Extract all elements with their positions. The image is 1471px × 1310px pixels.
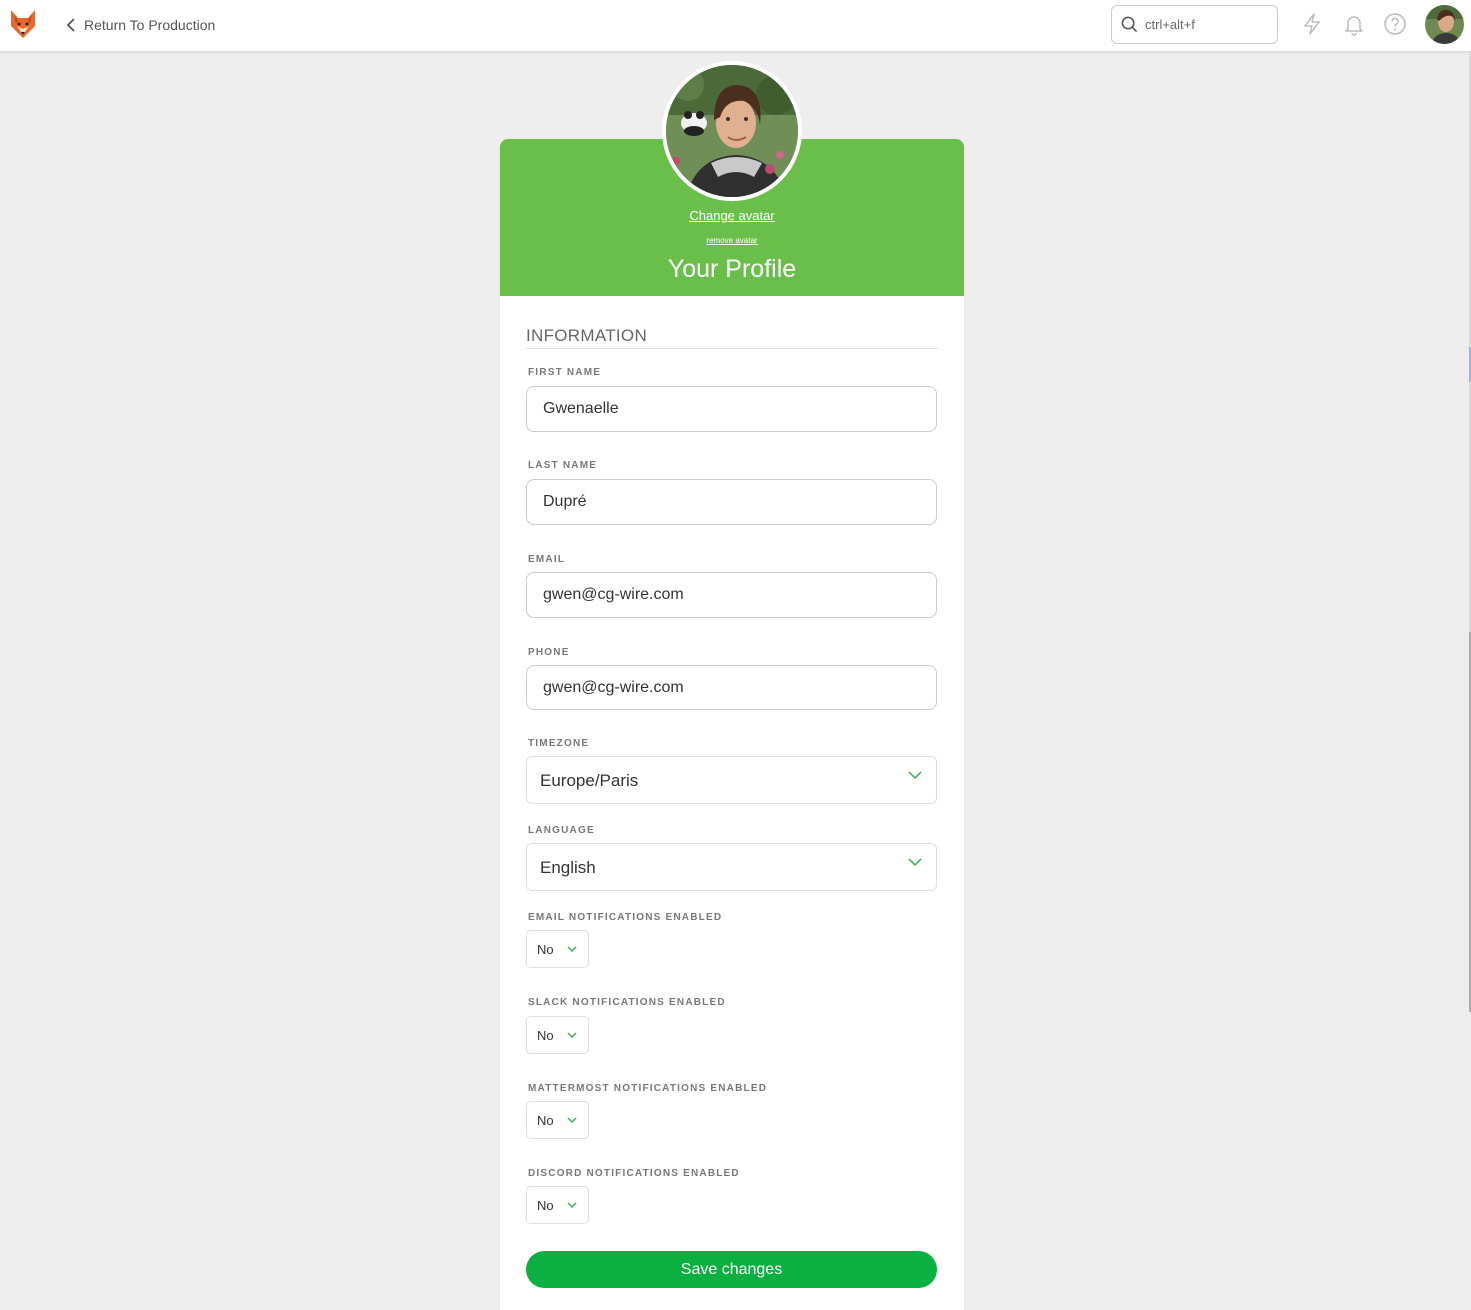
- last-name-field[interactable]: [526, 479, 937, 525]
- scrollbar[interactable]: [1467, 52, 1471, 1310]
- chevron-down-icon: [908, 858, 922, 867]
- search-input[interactable]: [1145, 17, 1265, 32]
- discord-notifications-label: DISCORD NOTIFICATIONS ENABLED: [528, 1168, 740, 1179]
- bell-icon[interactable]: [1342, 12, 1366, 36]
- timezone-label: TIMEZONE: [528, 738, 590, 749]
- discord-notifications-select[interactable]: No: [526, 1186, 589, 1224]
- save-changes-button[interactable]: Save changes: [526, 1251, 937, 1288]
- profile-card: Change avatar remove avatar Your Profile…: [500, 139, 964, 1310]
- timezone-select[interactable]: Europe/Paris: [526, 756, 937, 804]
- slack-notifications-label: SLACK NOTIFICATIONS ENABLED: [528, 997, 726, 1008]
- help-circle-icon[interactable]: [1383, 12, 1407, 36]
- chevron-down-icon: [567, 946, 577, 952]
- mattermost-notifications-value: No: [537, 1113, 554, 1128]
- mattermost-notifications-label: MATTERMOST NOTIFICATIONS ENABLED: [528, 1083, 768, 1094]
- language-select[interactable]: English: [526, 843, 937, 891]
- phone-label: PHONE: [528, 647, 570, 658]
- chevron-down-icon: [908, 771, 922, 780]
- phone-field[interactable]: [526, 665, 937, 710]
- discord-notifications-value: No: [537, 1198, 554, 1213]
- first-name-field[interactable]: [526, 386, 937, 432]
- language-value: English: [540, 858, 596, 877]
- fox-logo-icon[interactable]: [8, 8, 38, 40]
- remove-avatar-link[interactable]: remove avatar: [500, 236, 964, 245]
- email-notifications-select[interactable]: No: [526, 930, 589, 968]
- email-field[interactable]: [526, 572, 937, 618]
- last-name-label: LAST NAME: [528, 460, 598, 471]
- chevron-left-icon: [66, 18, 75, 32]
- search-box[interactable]: [1111, 5, 1278, 44]
- mattermost-notifications-select[interactable]: No: [526, 1101, 589, 1139]
- user-avatar[interactable]: [1425, 5, 1464, 44]
- email-notifications-value: No: [537, 942, 554, 957]
- change-avatar-link[interactable]: Change avatar: [500, 208, 964, 223]
- chevron-down-icon: [567, 1202, 577, 1208]
- section-title-information: INFORMATION: [526, 326, 938, 349]
- return-to-production-label: Return To Production: [84, 17, 216, 33]
- language-label: LANGUAGE: [528, 825, 595, 836]
- search-icon: [1121, 16, 1138, 33]
- email-notifications-label: EMAIL NOTIFICATIONS ENABLED: [528, 912, 723, 923]
- top-bar: Return To Production: [0, 0, 1471, 52]
- page-title: Your Profile: [667, 255, 797, 283]
- slack-notifications-value: No: [537, 1028, 554, 1043]
- return-to-production-link[interactable]: Return To Production: [66, 15, 215, 35]
- profile-avatar: [662, 61, 802, 201]
- chevron-down-icon: [567, 1032, 577, 1038]
- email-label: EMAIL: [528, 554, 566, 565]
- chevron-down-icon: [567, 1117, 577, 1123]
- lightning-icon[interactable]: [1300, 12, 1324, 36]
- first-name-label: FIRST NAME: [528, 367, 602, 378]
- slack-notifications-select[interactable]: No: [526, 1016, 589, 1054]
- timezone-value: Europe/Paris: [540, 771, 639, 790]
